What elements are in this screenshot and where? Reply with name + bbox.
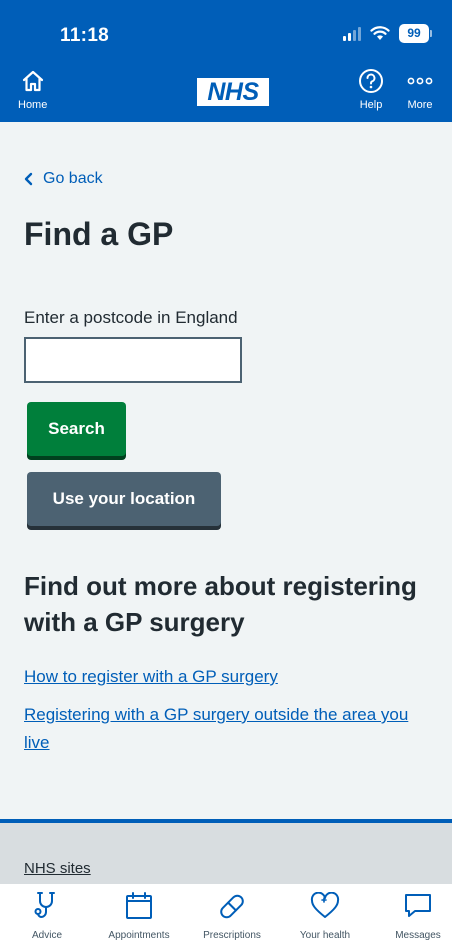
app-header: 11:18 99 Home NHS Help More [0, 0, 452, 122]
calendar-icon [126, 892, 152, 919]
register-outside-area-link[interactable]: Registering with a GP surgery outside th… [24, 701, 436, 757]
tab-prescriptions[interactable]: Prescriptions [187, 884, 277, 941]
stethoscope-icon [34, 892, 55, 919]
chevron-left-icon [24, 172, 33, 186]
home-button[interactable]: Home [18, 64, 47, 111]
postcode-input[interactable] [24, 337, 242, 383]
go-back-link[interactable]: Go back [24, 170, 103, 188]
tab-messages[interactable]: Messages [373, 884, 452, 941]
heart-icon [310, 892, 340, 918]
register-gp-link[interactable]: How to register with a GP surgery [24, 663, 278, 691]
find-out-more-heading: Find out more about registering with a G… [24, 571, 417, 637]
status-bar: 11:18 99 [0, 0, 452, 62]
nhs-logo-text: NHS [207, 78, 259, 106]
search-button[interactable]: Search [27, 402, 126, 456]
help-label: Help [359, 99, 383, 111]
postcode-label: Enter a postcode in England [24, 308, 238, 327]
go-back-label: Go back [43, 170, 103, 187]
tab-advice[interactable]: Advice [2, 884, 92, 941]
use-location-button[interactable]: Use your location [27, 472, 221, 526]
tab-advice-label: Advice [31, 930, 62, 941]
tab-appointments-label: Appointments [108, 930, 170, 941]
help-icon [359, 69, 383, 93]
more-button[interactable]: More [407, 64, 433, 111]
tab-your-health[interactable]: Your health [280, 884, 370, 941]
nhs-logo: NHS [197, 78, 269, 106]
tab-messages-label: Messages [395, 930, 441, 941]
pill-icon [220, 894, 244, 919]
tab-your-health-label: Your health [299, 930, 351, 941]
nhs-sites-link[interactable]: NHS sites [24, 860, 91, 877]
tab-appointments[interactable]: Appointments [94, 884, 184, 941]
battery-level: 99 [399, 24, 429, 43]
tab-prescriptions-label: Prescriptions [203, 930, 261, 941]
wifi-icon [370, 26, 390, 40]
signal-icon [343, 26, 361, 41]
bottom-tab-bar: Advice Appointments Prescriptions Your h… [0, 884, 452, 946]
status-icons: 99 [343, 24, 432, 43]
home-icon [22, 70, 43, 92]
page-title: Find a GP [24, 216, 174, 252]
message-icon [405, 894, 431, 917]
more-icon [407, 77, 433, 85]
status-time: 11:18 [60, 25, 110, 46]
help-button[interactable]: Help [358, 64, 384, 111]
battery-icon: 99 [399, 24, 432, 43]
more-label: More [407, 99, 433, 111]
home-label: Home [18, 99, 48, 111]
